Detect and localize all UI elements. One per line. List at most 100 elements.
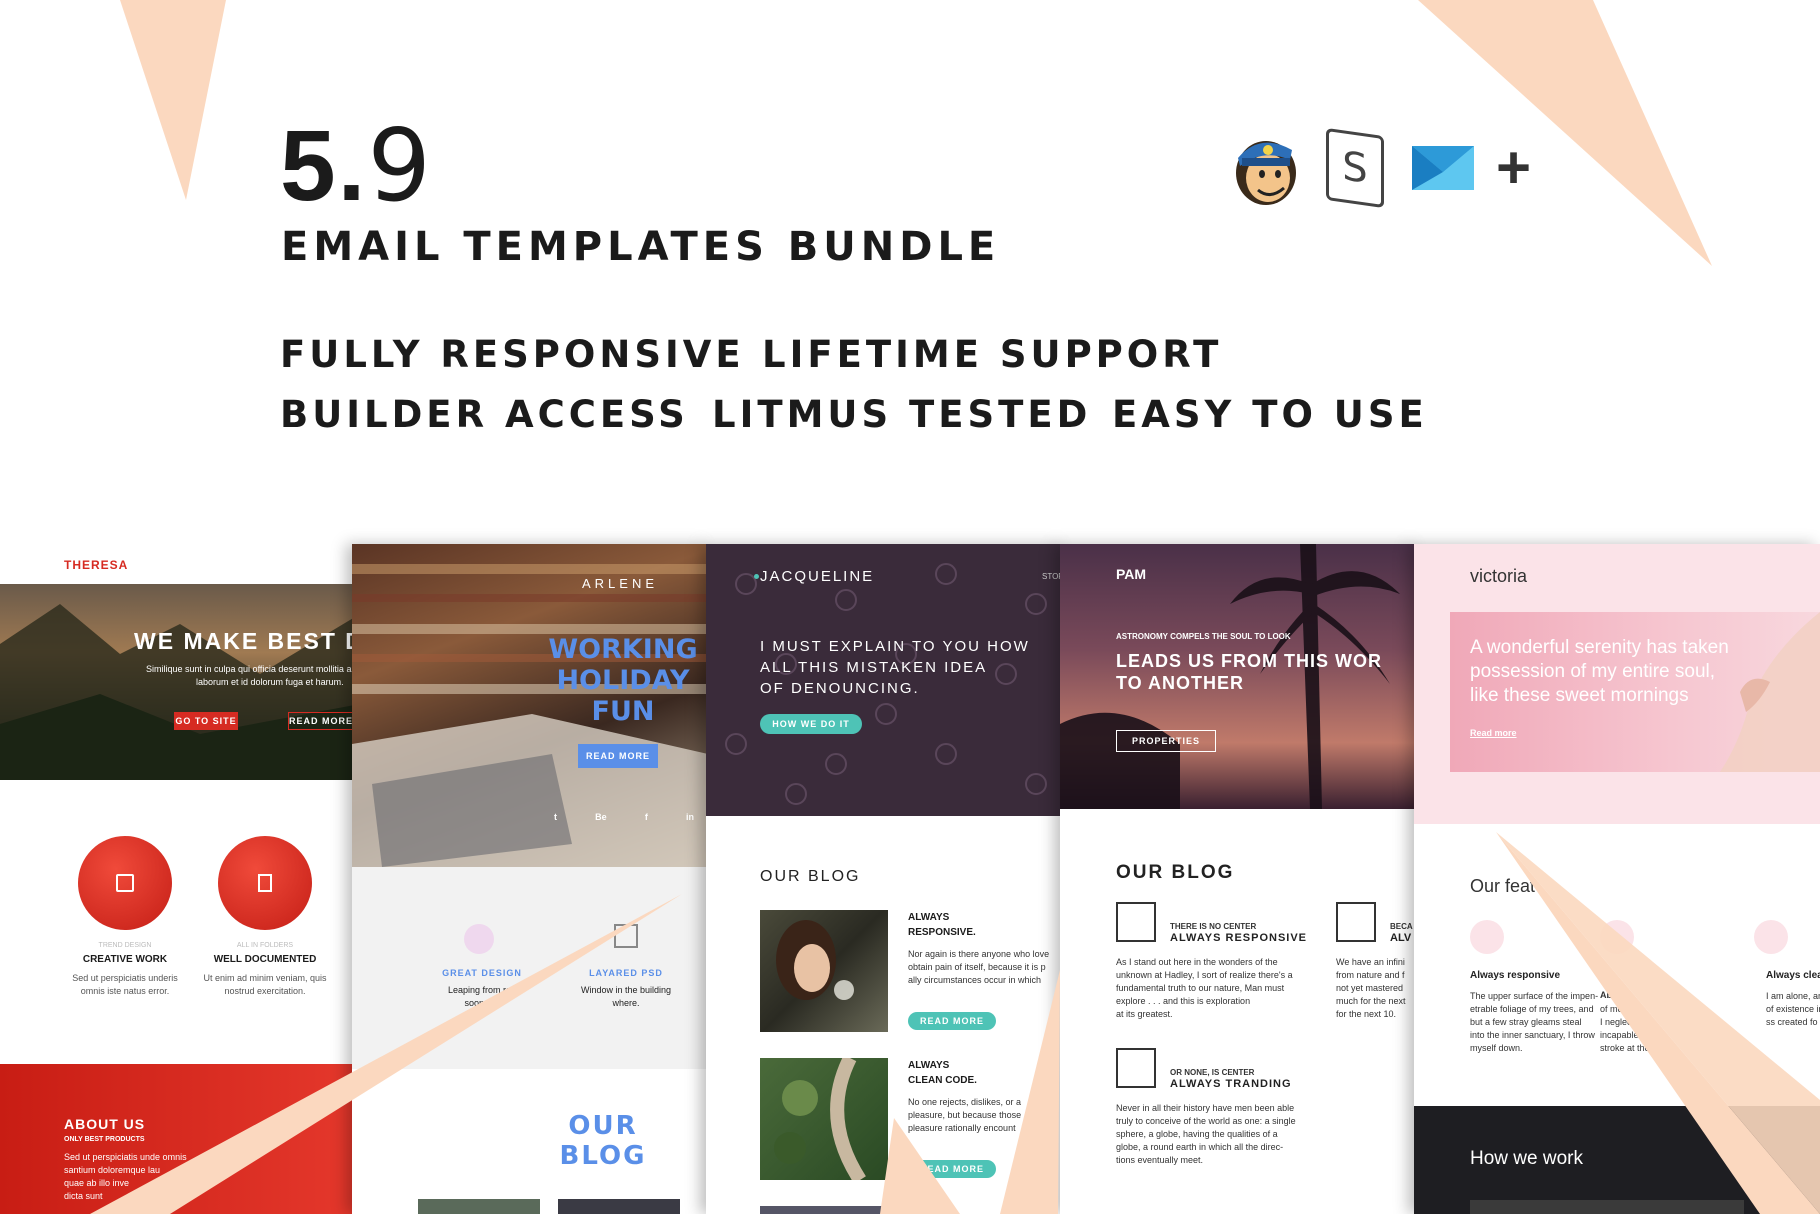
victoria-hero-image: A wonderful serenity has taken possession… <box>1450 612 1820 772</box>
theresa-hero-text-2: laborum et id dolorum fuga et harum. <box>196 677 344 687</box>
victoria-c1-text: The upper surface of the impen-etrable f… <box>1470 991 1599 1053</box>
mailchimp-icon <box>1230 128 1300 208</box>
template-theresa: THERESA WE MAKE BEST DES Similique sunt … <box>0 544 360 1214</box>
arlene-f1-text: Leaping from roo <box>447 985 517 995</box>
template-victoria: victoria A wonderful serenity has taken p… <box>1414 544 1820 1214</box>
jacqueline-brand: JACQUELINE <box>760 568 875 585</box>
arlene-blog-title: OUR BLOG <box>559 1111 647 1171</box>
jacqueline-post-1-read-more-button[interactable]: READ MORE <box>908 1012 996 1030</box>
plus-icon: + <box>1496 134 1532 201</box>
arlene-social-row: t Be f in <box>554 812 694 822</box>
template-jacqueline: JACQUELINE STOR I MUST EXPLAIN TO YOU HO… <box>706 544 1064 1214</box>
jacqueline-post-1-text-2: obtain pain of itself, because it is p <box>908 962 1046 972</box>
pam-item-2-text: We have an infini from nature and f not ye… <box>1336 957 1406 1019</box>
theresa-about-text: Sed ut perspiciatis unde omnis <box>64 1152 187 1162</box>
jacqueline-hero: JACQUELINE STOR I MUST EXPLAIN TO YOU HO… <box>706 544 1064 816</box>
pam-item-3-small: OR NONE, IS CENTER <box>1170 1068 1255 1077</box>
arlene-blog-image-1 <box>418 1199 540 1214</box>
feature-builder-access: BUILDER ACCESS <box>280 393 689 436</box>
feature-easy-to-use: EASY TO USE <box>1112 393 1428 436</box>
jacqueline-post-3-title: ALWAYS <box>908 1206 946 1214</box>
jacqueline-post-2-text-3: pleasure rationally encount <box>908 1123 1016 1133</box>
victoria-c3-text: I am alone, andof existence inss created… <box>1766 991 1820 1027</box>
pam-item-2-title: ALV <box>1390 932 1412 944</box>
jacqueline-post-3-image <box>760 1206 888 1214</box>
jacqueline-how-we-do-it-button[interactable]: HOW WE DO IT <box>760 714 862 734</box>
arlene-f1-text-2: soon rea <box>464 998 500 1008</box>
arlene-f1-title: GREAT DESIGN <box>442 968 522 978</box>
theresa-about-text-4: dicta sunt <box>64 1191 103 1201</box>
pam-item-2-small: BECA <box>1390 922 1413 931</box>
jacqueline-brand-dot <box>754 574 759 579</box>
arlene-f2-title: LAYARED PSD <box>589 968 663 978</box>
theresa-read-more-button[interactable]: READ MORE <box>288 712 354 730</box>
jacqueline-post-1-text: Nor again is there anyone who love <box>908 949 1050 959</box>
jacqueline-post-1-title: ALWAYS RESPONSIVE. <box>908 912 976 938</box>
cup-icon <box>116 874 134 892</box>
arlene-blog-image-2 <box>558 1199 680 1214</box>
victoria-hero-text: A wonderful serenity has taken possession… <box>1470 637 1729 706</box>
promo-canvas: 5.9 EMAIL TEMPLATES BUNDLE FULLY RESPONS… <box>0 0 1820 1214</box>
victoria-c2-title: Abs <box>1600 990 1618 1000</box>
victoria-c1-title: Always responsive <box>1470 970 1561 981</box>
template-count: 5.9 <box>280 107 434 224</box>
theresa-about-text-2: santium doloremque lau <box>64 1165 161 1175</box>
theresa-about-section: ABOUT US ONLY BEST PRODUCTS Sed ut persp… <box>0 1064 360 1214</box>
theresa-f1-text-2: omnis iste natus error. <box>80 986 170 996</box>
jacqueline-post-2-text: No one rejects, dislikes, or a <box>908 1097 1022 1107</box>
theresa-go-to-site-button[interactable]: GO TO SITE <box>174 712 238 730</box>
cocktail-icon <box>1470 920 1504 954</box>
template-arlene: ARLENE WORKING HOLIDAY FUN READ MORE t Be … <box>352 544 708 1214</box>
feature-litmus-tested: LITMUS TESTED <box>712 393 1092 436</box>
theresa-about-sub: ONLY BEST PRODUCTS <box>64 1136 145 1143</box>
pam-blog-title: OUR BLOG <box>1116 862 1235 883</box>
pam-hero-image: PAM ASTRONOMY COMPELS THE SOUL TO LOOK L… <box>1060 544 1418 809</box>
theresa-hero-text: Similique sunt in culpa qui officia dese… <box>146 664 360 674</box>
badge-check-icon <box>1116 1048 1156 1088</box>
pam-item-1-title: ALWAYS RESPONSIVE <box>1170 932 1308 944</box>
victoria-read-more-link[interactable]: Read more <box>1470 728 1517 738</box>
victoria-how-section: How we work <box>1414 1106 1820 1214</box>
jacqueline-hero-text: I MUST EXPLAIN TO YOU HOW ALL THIS MISTAK… <box>760 638 1030 697</box>
arlene-f2-text: Window in the building <box>580 985 672 995</box>
victoria-c3-title: Always clea <box>1766 970 1820 981</box>
linkedin-icon[interactable]: in <box>686 812 694 822</box>
pam-brand: PAM <box>1116 566 1147 582</box>
victoria-how-image <box>1470 1200 1744 1214</box>
jacqueline-post-2-read-more-button[interactable]: READ MORE <box>908 1160 996 1178</box>
victoria-features-title: Our feat <box>1470 876 1536 896</box>
template-pam: PAM ASTRONOMY COMPELS THE SOUL TO LOOK L… <box>1060 544 1418 1214</box>
arlene-hero-image: ARLENE WORKING HOLIDAY FUN READ MORE t Be … <box>352 544 708 867</box>
arlene-f2-text-2: where. <box>612 998 640 1008</box>
victoria-brand: victoria <box>1470 566 1528 586</box>
pam-kicker: ASTRONOMY COMPELS THE SOUL TO LOOK <box>1116 632 1291 641</box>
puzzle-icon <box>1336 902 1376 942</box>
document-icon <box>258 874 272 892</box>
victoria-how-title: How we work <box>1470 1148 1583 1169</box>
bundle-title: EMAIL TEMPLATES BUNDLE <box>281 224 1001 270</box>
jacqueline-post-1-image <box>760 910 888 1032</box>
pam-properties-button[interactable]: PROPERTIES <box>1116 730 1216 752</box>
victoria-c2-text: of men I neglect incapable of stroke at the… <box>1600 1004 1658 1053</box>
twitter-icon[interactable]: t <box>554 812 557 822</box>
theresa-f2-text-2: nostrud exercitation. <box>224 986 306 996</box>
jacqueline-post-1-text-3: ally circumstances occur in which <box>908 975 1042 985</box>
arlene-brand: ARLENE <box>582 576 659 591</box>
jacqueline-post-2-title: ALWAYS CLEAN CODE. <box>908 1060 977 1086</box>
glasses-icon <box>464 924 494 954</box>
pam-item-3-text: Never in all their history have men been… <box>1116 1103 1296 1165</box>
facebook-icon[interactable]: f <box>645 812 648 822</box>
campaign-monitor-icon <box>1412 146 1474 190</box>
jacqueline-post-2-text-2: pleasure, but because those <box>908 1110 1022 1120</box>
coffee-icon <box>1754 920 1788 954</box>
behance-icon[interactable]: Be <box>595 812 607 822</box>
stampready-icon: S <box>1326 127 1384 209</box>
layers-icon <box>614 924 638 948</box>
theresa-hero-image: WE MAKE BEST DES Similique sunt in culpa… <box>0 584 360 780</box>
arlene-read-more-button[interactable]: READ MORE <box>578 744 658 768</box>
feature-fully-responsive: FULLY RESPONSIVE <box>280 333 745 376</box>
feature-lifetime-support: LIFETIME SUPPORT <box>762 333 1223 376</box>
arlene-blog-section: OUR BLOG <box>352 1069 708 1214</box>
theresa-hero-title: WE MAKE BEST DES <box>134 628 360 654</box>
theresa-brand: THERESA <box>64 558 129 572</box>
